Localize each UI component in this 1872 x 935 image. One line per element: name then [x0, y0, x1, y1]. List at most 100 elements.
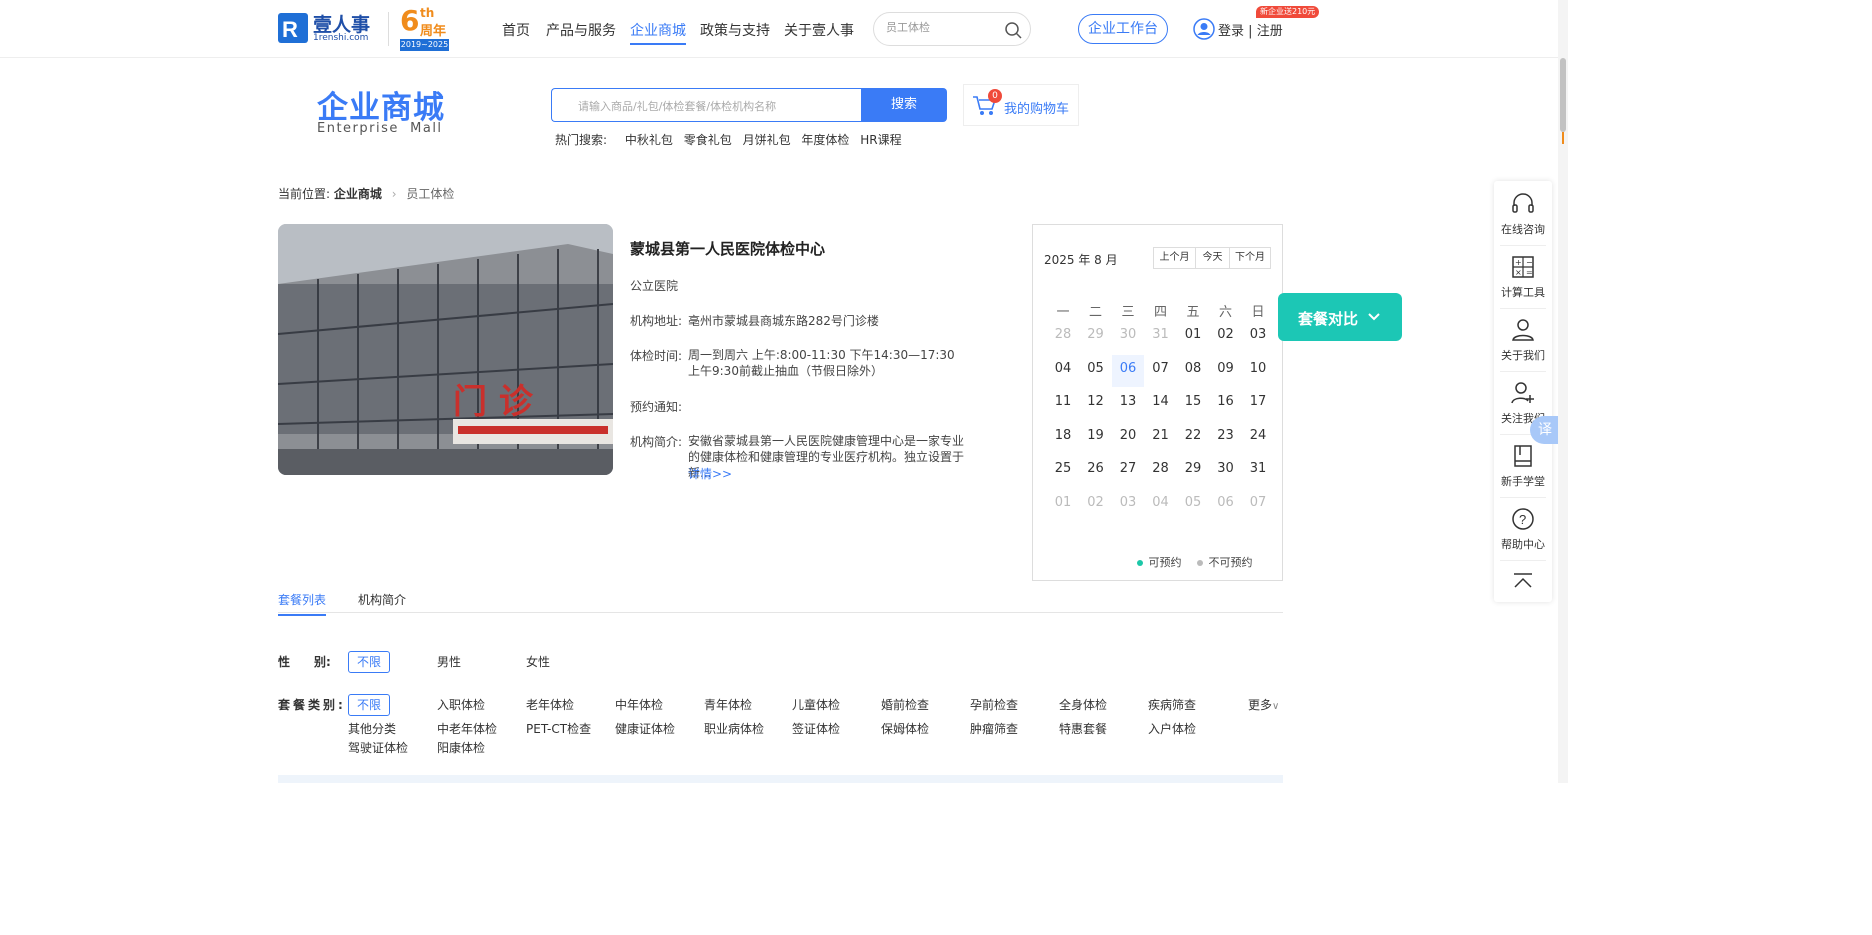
page-scrollbar[interactable]: [1558, 0, 1568, 783]
calendar-day[interactable]: 11: [1049, 394, 1077, 409]
tab-institution-intro[interactable]: 机构简介: [358, 591, 406, 608]
calendar-day[interactable]: 19: [1082, 428, 1110, 443]
tab-package-list[interactable]: 套餐列表: [278, 591, 327, 616]
gender-filter-female[interactable]: 女性: [526, 653, 550, 670]
breadcrumb-mall[interactable]: 企业商城: [334, 187, 382, 201]
calendar-day[interactable]: 29: [1179, 461, 1207, 476]
category-filter-option[interactable]: 肿瘤筛查: [970, 720, 1018, 737]
category-filter-option[interactable]: 入户体检: [1148, 720, 1196, 737]
calendar-day[interactable]: 12: [1082, 394, 1110, 409]
next-month-button[interactable]: 下个月: [1230, 248, 1270, 268]
nav-about[interactable]: 关于壹人事: [784, 20, 854, 40]
calendar-day[interactable]: 14: [1147, 394, 1175, 409]
calendar-day[interactable]: 22: [1179, 428, 1207, 443]
calendar-day[interactable]: 18: [1049, 428, 1077, 443]
sidebar-item-tutorial[interactable]: 新手学堂: [1494, 443, 1552, 489]
hot-search-item[interactable]: 月饼礼包: [743, 133, 791, 147]
calendar-day[interactable]: 04: [1049, 361, 1077, 376]
calendar-day[interactable]: 31: [1147, 327, 1175, 342]
calendar-day[interactable]: 30: [1212, 461, 1240, 476]
calendar-day[interactable]: 04: [1147, 495, 1175, 510]
nav-enterprise-mall[interactable]: 企业商城: [630, 20, 686, 45]
scrollbar-thumb[interactable]: [1560, 58, 1566, 132]
category-filter-option[interactable]: PET-CT检查: [526, 720, 591, 737]
calendar-day[interactable]: 02: [1082, 495, 1110, 510]
category-filter-option[interactable]: 全身体检: [1059, 696, 1107, 713]
calendar-day[interactable]: 08: [1179, 361, 1207, 376]
category-filter-option[interactable]: 健康证体检: [615, 720, 675, 737]
calendar-day[interactable]: 03: [1244, 327, 1272, 342]
prev-month-button[interactable]: 上个月: [1154, 248, 1196, 268]
calendar-day[interactable]: 17: [1244, 394, 1272, 409]
calendar-day[interactable]: 24: [1244, 428, 1272, 443]
category-filter-option[interactable]: 不限: [348, 694, 390, 716]
package-compare-button[interactable]: 套餐对比: [1278, 293, 1402, 341]
calendar-day[interactable]: 29: [1082, 327, 1110, 342]
calendar-day[interactable]: 09: [1212, 361, 1240, 376]
category-filter-option[interactable]: 阳康体检: [437, 739, 485, 756]
calendar-day[interactable]: 10: [1244, 361, 1272, 376]
category-filter-option[interactable]: 特惠套餐: [1059, 720, 1107, 737]
search-icon[interactable]: [1004, 21, 1022, 39]
sidebar-item-calculator[interactable]: + − × = 计算工具: [1494, 254, 1552, 300]
calendar-day[interactable]: 15: [1179, 394, 1207, 409]
hot-search-item[interactable]: 零食礼包: [684, 133, 732, 147]
today-button[interactable]: 今天: [1196, 248, 1230, 268]
cart-button[interactable]: 0 我的购物车: [963, 84, 1079, 126]
calendar-day[interactable]: 16: [1212, 394, 1240, 409]
calendar-day[interactable]: 05: [1082, 361, 1110, 376]
calendar-day[interactable]: 30: [1114, 327, 1142, 342]
calendar-day[interactable]: 31: [1244, 461, 1272, 476]
nav-policy[interactable]: 政策与支持: [700, 20, 770, 40]
calendar-day[interactable]: 28: [1147, 461, 1175, 476]
calendar-day[interactable]: 06: [1212, 495, 1240, 510]
header-search-box[interactable]: 员工体检: [873, 12, 1031, 46]
category-filter-option[interactable]: 青年体检: [704, 696, 752, 713]
category-filter-option[interactable]: 职业病体检: [704, 720, 764, 737]
category-filter-option[interactable]: 疾病筛查: [1148, 696, 1196, 713]
calendar-day[interactable]: 21: [1147, 428, 1175, 443]
calendar-day[interactable]: 07: [1147, 361, 1175, 376]
calendar-day[interactable]: 26: [1082, 461, 1110, 476]
nav-products[interactable]: 产品与服务: [546, 20, 616, 40]
calendar-day[interactable]: 02: [1212, 327, 1240, 342]
nav-home[interactable]: 首页: [502, 20, 530, 40]
workbench-button[interactable]: 企业工作台: [1078, 14, 1168, 44]
calendar-day[interactable]: 27: [1114, 461, 1142, 476]
gender-filter-male[interactable]: 男性: [437, 653, 461, 670]
calendar-day[interactable]: 25: [1049, 461, 1077, 476]
user-icon[interactable]: [1193, 18, 1215, 40]
sidebar-item-online-consult[interactable]: 在线咨询: [1494, 191, 1552, 237]
calendar-day[interactable]: 28: [1049, 327, 1077, 342]
category-filter-option[interactable]: 老年体检: [526, 696, 574, 713]
mall-search-input[interactable]: 请输入商品/礼包/体检套餐/体检机构名称: [551, 88, 861, 122]
login-link[interactable]: 登录: [1218, 24, 1244, 39]
sidebar-item-help-center[interactable]: ? 帮助中心: [1494, 506, 1552, 552]
intro-more-link[interactable]: 详情>>: [688, 465, 732, 482]
logo-icon[interactable]: R: [278, 13, 308, 43]
register-link[interactable]: 注册: [1257, 24, 1283, 39]
category-filter-option[interactable]: 驾驶证体检: [348, 739, 408, 756]
category-filter-option[interactable]: 中年体检: [615, 696, 663, 713]
calendar-day[interactable]: 20: [1114, 428, 1142, 443]
calendar-day[interactable]: 13: [1114, 394, 1142, 409]
hot-search-item[interactable]: 年度体检: [801, 133, 849, 147]
back-to-top-icon[interactable]: [1513, 573, 1533, 589]
category-filter-option[interactable]: 保姆体检: [881, 720, 929, 737]
category-filter-option[interactable]: 孕前检查: [970, 696, 1018, 713]
calendar-day[interactable]: 01: [1049, 495, 1077, 510]
category-filter-option[interactable]: 签证体检: [792, 720, 840, 737]
hot-search-item[interactable]: 中秋礼包: [625, 133, 673, 147]
category-filter-option[interactable]: 入职体检: [437, 696, 485, 713]
calendar-day[interactable]: 06: [1112, 354, 1144, 387]
category-more-button[interactable]: 更多∨: [1248, 696, 1279, 713]
category-filter-option[interactable]: 儿童体检: [792, 696, 840, 713]
calendar-day[interactable]: 03: [1114, 495, 1142, 510]
translate-button[interactable]: 译: [1530, 416, 1560, 444]
calendar-day[interactable]: 23: [1212, 428, 1240, 443]
category-filter-option[interactable]: 中老年体检: [437, 720, 497, 737]
gender-filter-any[interactable]: 不限: [348, 651, 390, 673]
calendar-day[interactable]: 01: [1179, 327, 1207, 342]
mall-search-button[interactable]: 搜索: [861, 88, 947, 122]
calendar-day[interactable]: 07: [1244, 495, 1272, 510]
